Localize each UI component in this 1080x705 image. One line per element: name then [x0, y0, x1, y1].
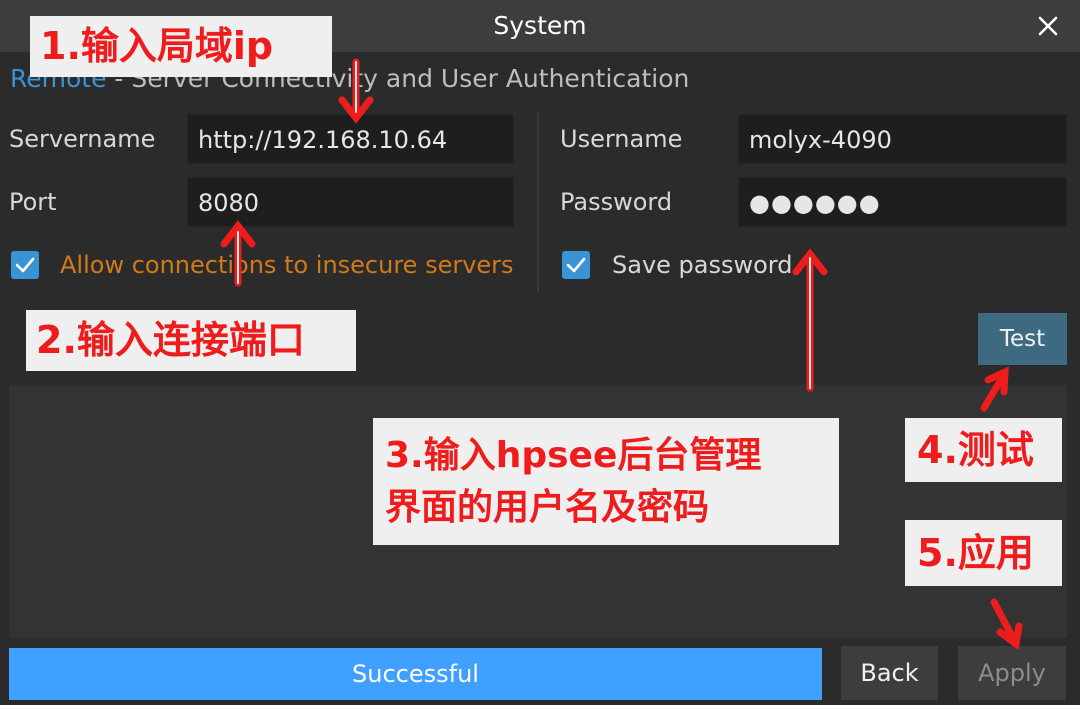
- check-icon: [15, 257, 35, 273]
- servername-input[interactable]: http://192.168.10.64: [187, 114, 514, 164]
- arrow-head-icon: [220, 220, 256, 248]
- insecure-servers-checkbox[interactable]: [11, 251, 39, 279]
- username-input[interactable]: molyx-4090: [738, 114, 1067, 164]
- port-label: Port: [9, 188, 57, 216]
- save-password-label: Save password: [612, 251, 793, 279]
- arrow-head-icon: [792, 248, 828, 276]
- back-button[interactable]: Back: [841, 646, 938, 700]
- username-label: Username: [560, 125, 683, 153]
- annotation-step3: 3.输入hpsee后台管理 界面的用户名及密码: [373, 418, 839, 545]
- servername-label: Servername: [9, 125, 156, 153]
- annotation-step1: 1.输入局域ip: [30, 16, 332, 77]
- annotation-step2: 2.输入连接端口: [26, 310, 356, 371]
- save-password-checkbox[interactable]: [562, 251, 590, 279]
- check-icon: [566, 257, 586, 273]
- column-divider: [537, 112, 539, 292]
- annotation-step4: 4.测试: [905, 418, 1062, 482]
- annotation-step3-line1: 3.输入hpsee后台管理: [385, 435, 762, 476]
- annotation-step3-line2: 界面的用户名及密码: [385, 487, 710, 528]
- port-input[interactable]: 8080: [187, 177, 514, 227]
- password-input[interactable]: ●●●●●●: [738, 177, 1067, 227]
- insecure-servers-label: Allow connections to insecure servers: [60, 251, 514, 279]
- test-button[interactable]: Test: [978, 313, 1067, 365]
- apply-button[interactable]: Apply: [958, 646, 1066, 700]
- status-bar: Successful: [9, 648, 822, 700]
- annotation-step5: 5.应用: [905, 520, 1062, 586]
- close-icon[interactable]: [1032, 10, 1064, 42]
- password-label: Password: [560, 188, 673, 216]
